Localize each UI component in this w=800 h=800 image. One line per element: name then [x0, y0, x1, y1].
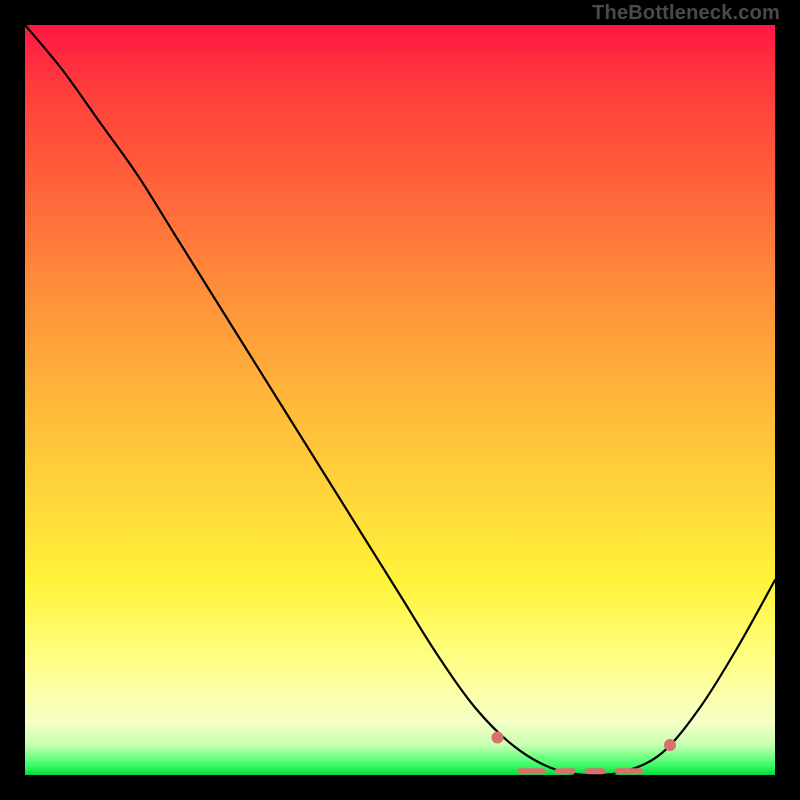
chart-container: TheBottleneck.com	[0, 0, 800, 800]
plot-area	[25, 25, 775, 775]
bottleneck-curve	[25, 25, 775, 775]
attribution-label: TheBottleneck.com	[592, 2, 780, 25]
marker-dot	[492, 732, 503, 743]
curve-layer	[25, 25, 775, 775]
marker-dot	[665, 740, 676, 751]
